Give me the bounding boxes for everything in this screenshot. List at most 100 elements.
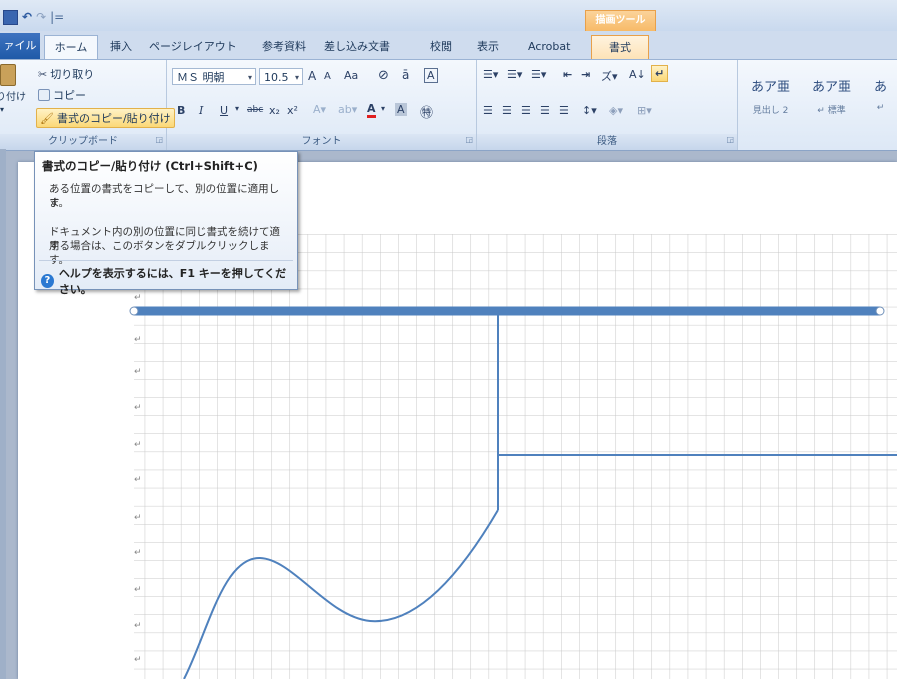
- numbering-icon[interactable]: ☰▾: [507, 68, 522, 81]
- italic-icon[interactable]: I: [199, 104, 203, 117]
- font-color-dropdown-icon[interactable]: ▾: [381, 104, 385, 113]
- underline-icon[interactable]: U: [220, 104, 228, 117]
- font-name-value: ＭＳ 明朝: [177, 71, 225, 84]
- tab-review[interactable]: 校閲: [430, 35, 452, 59]
- highlight-icon[interactable]: ab▾: [338, 103, 357, 116]
- tab-references[interactable]: 参考資料: [262, 35, 306, 59]
- tab-acrobat[interactable]: Acrobat: [528, 35, 570, 59]
- enclosed-character-icon[interactable]: ㊕: [420, 102, 433, 121]
- svg-text:↵: ↵: [134, 548, 142, 558]
- redo-icon[interactable]: ↷: [36, 10, 46, 24]
- title-bar: ↶ ↷ |= 描画ツール: [0, 0, 897, 32]
- style-label: ↵ 標準: [817, 106, 846, 116]
- shrink-font-icon[interactable]: A: [324, 71, 331, 82]
- scissors-icon: ✂: [38, 67, 48, 81]
- style-normal[interactable]: あア亜 ↵ 標準: [803, 68, 860, 120]
- font-launcher-icon[interactable]: ◲: [465, 132, 473, 148]
- tab-mailings[interactable]: 差し込み文書: [324, 35, 390, 59]
- ribbon-tabs: ァイル ホーム 挿入 ページレイアウト 参考資料 差し込み文書 校閲 表示 Ac…: [0, 31, 897, 60]
- asian-layout-icon[interactable]: ズ▾: [601, 68, 618, 84]
- svg-text:↵: ↵: [134, 513, 142, 523]
- tooltip-help-text: ヘルプを表示するには、F1 キーを押してください。: [58, 267, 287, 296]
- line-handle-end[interactable]: [875, 306, 885, 316]
- tab-insert[interactable]: 挿入: [110, 35, 132, 59]
- phonetic-guide-icon[interactable]: ā: [402, 68, 409, 82]
- style-heading-2[interactable]: あア亜 見出し 2: [742, 68, 799, 120]
- font-group-text: フォント: [301, 136, 342, 147]
- character-shading-icon[interactable]: A: [395, 103, 407, 116]
- underline-dropdown-icon[interactable]: ▾: [235, 104, 239, 113]
- paragraph-group: ☰▾ ☰▾ ☰▾ ⇤ ⇥ ズ▾ A↓ ↵ ☰ ☰ ☰ ☰ ☰ ↕▾ ◈▾ ⊞▾ …: [477, 60, 738, 150]
- clipboard-launcher-icon[interactable]: ◲: [155, 132, 163, 148]
- chevron-down-icon: ▾: [247, 73, 252, 82]
- bold-icon[interactable]: B: [177, 104, 185, 117]
- tab-view[interactable]: 表示: [477, 35, 499, 59]
- sort-icon[interactable]: A↓: [629, 68, 646, 81]
- font-size-value: 10.5: [264, 71, 289, 84]
- svg-text:↵: ↵: [134, 585, 142, 595]
- customize-qat-icon[interactable]: |=: [50, 10, 64, 24]
- font-name-select[interactable]: ＭＳ 明朝 ▾: [172, 68, 256, 85]
- undo-icon[interactable]: ↶: [22, 10, 32, 24]
- change-case-icon[interactable]: Aa: [344, 69, 358, 82]
- style-label: 見出し 2: [752, 106, 789, 116]
- paragraph-launcher-icon[interactable]: ◲: [726, 132, 734, 148]
- style-next[interactable]: あ ↵: [864, 68, 897, 120]
- paragraph-group-label: 段落 ◲: [477, 134, 737, 150]
- paragraph-group-text: 段落: [597, 136, 617, 147]
- font-group: ＭＳ 明朝 ▾ 10.5 ▾ A A Aa ⊘ ā A B I U ▾ abc …: [167, 60, 477, 150]
- show-hide-marks-icon[interactable]: ↵: [651, 65, 669, 82]
- line-spacing-icon[interactable]: ↕▾: [582, 104, 597, 117]
- tab-page-layout[interactable]: ページレイアウト: [149, 35, 237, 59]
- subscript-icon[interactable]: x₂: [269, 104, 280, 117]
- borders-icon[interactable]: ⊞▾: [637, 104, 652, 117]
- tooltip-description-1b: す。: [49, 197, 69, 209]
- superscript-icon[interactable]: x²: [287, 104, 298, 117]
- shading-icon[interactable]: ◈▾: [609, 104, 623, 117]
- multilevel-list-icon[interactable]: ☰▾: [531, 68, 546, 81]
- justify-icon[interactable]: ☰: [540, 104, 550, 117]
- character-border-icon[interactable]: A: [424, 68, 438, 83]
- cut-button[interactable]: ✂ 切り取り: [38, 66, 94, 82]
- paste-button[interactable]: り付け ▾: [0, 64, 26, 114]
- clipboard-group-text: クリップボード: [48, 136, 118, 147]
- line-handle-start[interactable]: [129, 306, 139, 316]
- svg-text:↵: ↵: [134, 403, 142, 413]
- font-group-label: フォント ◲: [167, 134, 476, 150]
- brush-icon: 🖌: [40, 111, 54, 125]
- cut-label: 切り取り: [50, 68, 95, 81]
- font-color-icon[interactable]: A: [367, 102, 376, 118]
- tab-file[interactable]: ァイル: [0, 33, 40, 59]
- grow-font-icon[interactable]: A: [308, 69, 316, 83]
- save-icon[interactable]: [3, 9, 18, 25]
- chevron-down-icon: ▾: [294, 73, 299, 82]
- styles-gallery: あア亜 見出し 2 あア亜 ↵ 標準 あ ↵: [738, 60, 897, 150]
- strikethrough-icon[interactable]: abc: [247, 105, 263, 115]
- align-left-icon[interactable]: ☰: [483, 104, 493, 117]
- svg-text:↵: ↵: [134, 475, 142, 485]
- tooltip-title: 書式のコピー/貼り付け (Ctrl+Shift+C): [42, 159, 258, 173]
- increase-indent-icon[interactable]: ⇥: [581, 68, 590, 81]
- ribbon: り付け ▾ ✂ 切り取り コピー 🖌 書式のコピー/貼り付け クリップボード ◲…: [0, 59, 897, 151]
- svg-text:↵: ↵: [134, 440, 142, 450]
- copy-button[interactable]: コピー: [38, 87, 86, 103]
- copy-icon: [38, 89, 50, 101]
- bullets-icon[interactable]: ☰▾: [483, 68, 498, 81]
- style-preview: あア亜: [750, 80, 790, 95]
- format-painter-button[interactable]: 🖌 書式のコピー/貼り付け: [36, 108, 175, 128]
- tab-format[interactable]: 書式: [591, 35, 649, 60]
- format-painter-label: 書式のコピー/貼り付け: [56, 112, 171, 125]
- style-preview: あア亜: [811, 80, 851, 95]
- font-size-select[interactable]: 10.5 ▾: [259, 68, 303, 85]
- align-center-icon[interactable]: ☰: [502, 104, 512, 117]
- grid-area: [134, 234, 897, 679]
- text-effects-icon[interactable]: A▾: [313, 103, 326, 116]
- tooltip-description-2b: する場合は、このボタンをダブルクリックします。: [49, 240, 270, 266]
- distributed-icon[interactable]: ☰: [559, 104, 569, 117]
- svg-text:↵: ↵: [134, 655, 142, 665]
- decrease-indent-icon[interactable]: ⇤: [563, 68, 572, 81]
- clear-format-icon[interactable]: ⊘: [378, 68, 389, 83]
- tab-home[interactable]: ホーム: [44, 35, 98, 60]
- align-right-icon[interactable]: ☰: [521, 104, 531, 117]
- clipboard-group: り付け ▾ ✂ 切り取り コピー 🖌 書式のコピー/貼り付け クリップボード ◲: [0, 60, 175, 150]
